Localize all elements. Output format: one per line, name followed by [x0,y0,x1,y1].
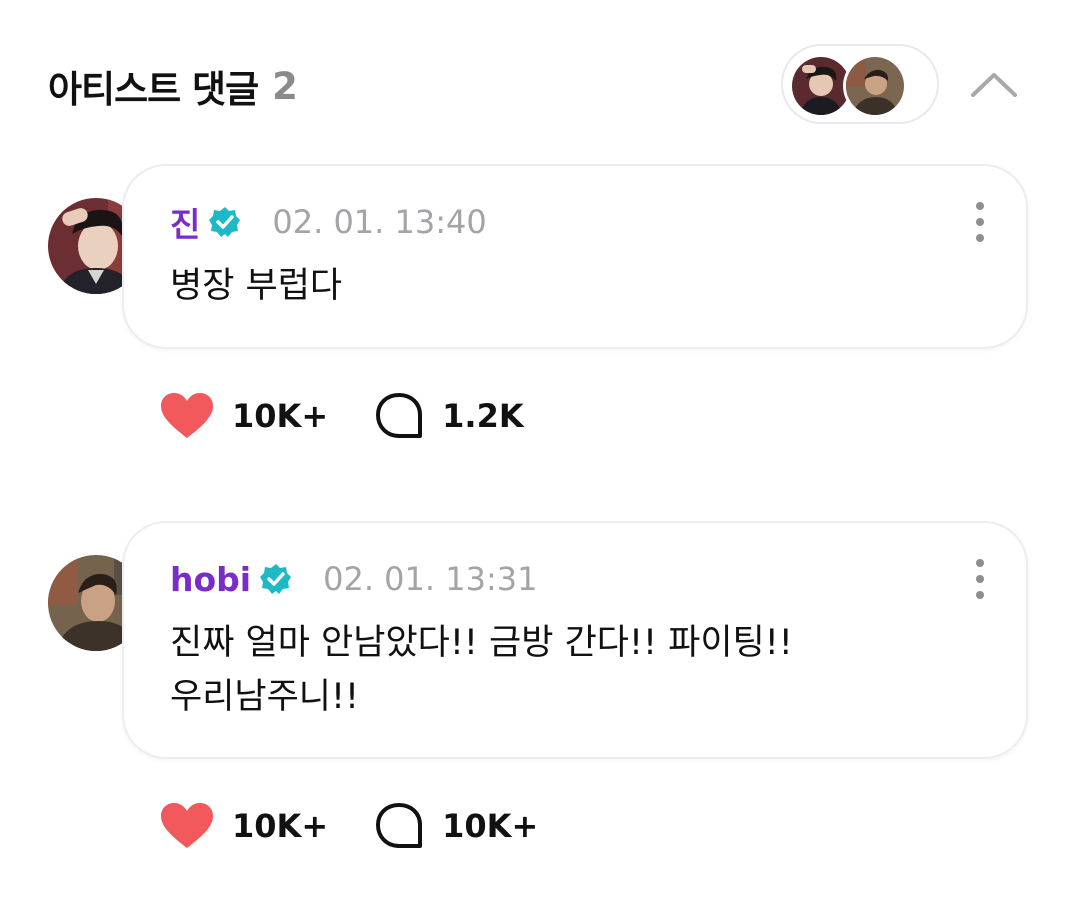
heart-icon [161,393,213,438]
kebab-dot [976,575,984,583]
comment-meta: hobi 02. 01. 13:31 [170,559,537,599]
comment-text: 진짜 얼마 안남았다!! 금방 간다!! 파이팅!! 우리남주니!! [170,619,946,721]
like-count: 10K+ [232,397,329,435]
comment-count: 2 [272,64,298,108]
reply-button[interactable]: 1.2K [374,392,524,440]
comment-card[interactable]: 진 02. 01. 13:40 병장 부럽다 [122,164,1028,349]
speech-bubble-icon [376,803,423,848]
like-button[interactable]: 10K+ [160,802,328,850]
comment-timestamp: 02. 01. 13:40 [272,203,487,241]
comment-actions: 10K+ 1.2K [160,390,524,442]
artist-avatar-jin[interactable] [792,57,850,115]
kebab-dot [976,559,984,567]
kebab-dot [976,218,984,226]
chevron-up-icon [971,73,1017,97]
like-button[interactable]: 10K+ [160,392,328,440]
more-options-button[interactable] [970,559,990,599]
kebab-dot [976,202,984,210]
artist-avatar-filter[interactable] [781,44,939,124]
comment-actions: 10K+ 10K+ [160,800,538,852]
verified-badge-icon [208,205,242,239]
comment-text-line: 진짜 얼마 안남았다!! 금방 간다!! 파이팅!! [170,623,793,663]
artist-comments-section: 아티스트 댓글 2 진 02. 01. 13:40 병장 부럽다 10K+ 1.… [0,0,1080,912]
comment-text: 병장 부럽다 [170,262,946,310]
artist-avatar-hobi[interactable] [846,57,904,115]
author-name[interactable]: hobi [170,560,251,599]
reply-button[interactable]: 10K+ [374,802,538,850]
collapse-button[interactable] [966,60,1022,108]
comment-text-line: 병장 부럽다 [170,266,343,306]
reply-count: 1.2K [442,397,524,435]
section-title: 아티스트 댓글 [48,68,259,111]
kebab-dot [976,591,984,599]
speech-bubble-icon [376,393,423,438]
more-options-button[interactable] [970,202,990,242]
comment-timestamp: 02. 01. 13:31 [323,560,538,598]
section-header: 아티스트 댓글 2 [48,58,298,114]
verified-badge-icon [259,562,293,596]
heart-icon [161,803,213,848]
kebab-dot [976,234,984,242]
like-count: 10K+ [232,807,329,845]
comment-card[interactable]: hobi 02. 01. 13:31 진짜 얼마 안남았다!! 금방 간다!! … [122,521,1028,759]
comment-meta: 진 02. 01. 13:40 [170,202,487,244]
reply-count: 10K+ [442,807,539,845]
author-name[interactable]: 진 [170,198,200,246]
comment-text-line: 우리남주니!! [170,677,360,717]
